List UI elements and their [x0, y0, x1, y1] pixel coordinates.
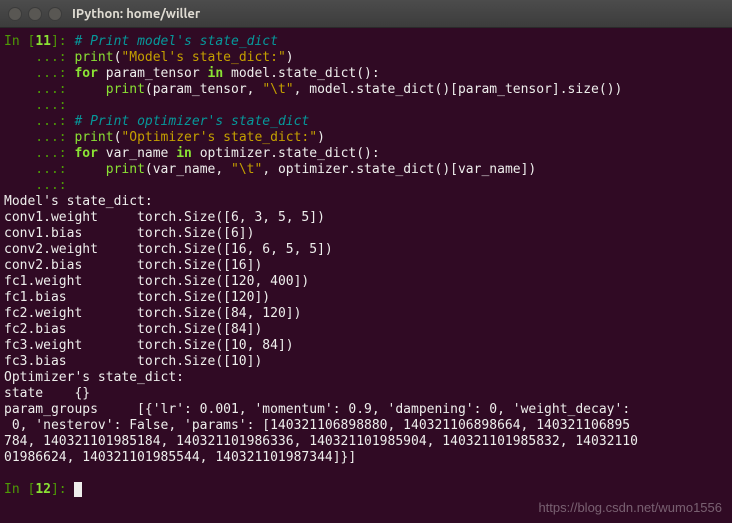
prompt-cont: ...: [4, 66, 74, 81]
maximize-icon[interactable] [48, 7, 62, 21]
code-keyword: for [74, 146, 97, 161]
prompt-cont: ...: [4, 162, 74, 177]
output-line: fc3.weight torch.Size([10, 84]) [4, 338, 294, 353]
code-text: (var_name, [145, 162, 231, 177]
output-line: fc1.weight torch.Size([120, 400]) [4, 274, 309, 289]
output-line: 784, 140321101985184, 140321101986336, 1… [4, 434, 638, 449]
output-line: Optimizer's state_dict: [4, 370, 184, 385]
code-string: "\t" [231, 162, 262, 177]
code-builtin: print [74, 82, 144, 97]
code-text: , model.state_dict()[param_tensor].size(… [294, 82, 623, 97]
output-line: conv2.weight torch.Size([16, 6, 5, 5]) [4, 242, 333, 257]
prompt-cont: ...: [4, 146, 74, 161]
code-string: "\t" [262, 82, 293, 97]
prompt-cont: ...: [4, 130, 74, 145]
prompt-cont: ...: [4, 98, 74, 113]
output-line: Model's state_dict: [4, 194, 153, 209]
code-text: ) [286, 50, 294, 65]
output-line: fc1.bias torch.Size([120]) [4, 290, 270, 305]
terminal-content[interactable]: In [11]: # Print model's state_dict ...:… [0, 28, 732, 502]
code-builtin: print [74, 50, 113, 65]
output-line: conv1.bias torch.Size([6]) [4, 226, 254, 241]
output-line: conv1.weight torch.Size([6, 3, 5, 5]) [4, 210, 325, 225]
prompt-num: 12 [35, 482, 51, 497]
prompt-close: ]: [51, 482, 74, 497]
prompt-cont: ...: [4, 114, 74, 129]
code-text: model.state_dict(): [223, 66, 380, 81]
minimize-icon[interactable] [28, 7, 42, 21]
close-icon[interactable] [8, 7, 22, 21]
output-line: conv2.bias torch.Size([16]) [4, 258, 262, 273]
code-text: ) [317, 130, 325, 145]
output-line: fc2.weight torch.Size([84, 120]) [4, 306, 301, 321]
code-comment: # Print optimizer's state_dict [74, 114, 309, 129]
code-keyword: for [74, 66, 97, 81]
code-text: optimizer.state_dict(): [192, 146, 380, 161]
code-string: "Model's state_dict:" [121, 50, 285, 65]
prompt-in: In [ [4, 34, 35, 49]
cursor-icon [74, 482, 82, 497]
window-title: IPython: home/willer [72, 7, 200, 21]
prompt-close: ]: [51, 34, 74, 49]
prompt-cont: ...: [4, 50, 74, 65]
output-line: fc3.bias torch.Size([10]) [4, 354, 262, 369]
output-line: 0, 'nesterov': False, 'params': [1403211… [4, 418, 630, 433]
output-line: fc2.bias torch.Size([84]) [4, 322, 262, 337]
window-titlebar: IPython: home/willer [0, 0, 732, 28]
output-line: param_groups [{'lr': 0.001, 'momentum': … [4, 402, 630, 417]
code-string: "Optimizer's state_dict:" [121, 130, 317, 145]
code-builtin: print [74, 162, 144, 177]
prompt-cont: ...: [4, 82, 74, 97]
code-builtin: print [74, 130, 113, 145]
output-line: 01986624, 140321101985544, 1403211019873… [4, 450, 356, 465]
code-keyword: in [176, 146, 192, 161]
code-text: (param_tensor, [145, 82, 262, 97]
code-keyword: in [208, 66, 224, 81]
output-line: state {} [4, 386, 90, 401]
code-text: param_tensor [98, 66, 208, 81]
code-comment: # Print model's state_dict [74, 34, 278, 49]
code-text: var_name [98, 146, 176, 161]
code-text: , optimizer.state_dict()[var_name]) [262, 162, 536, 177]
prompt-in: In [ [4, 482, 35, 497]
prompt-cont: ...: [4, 178, 74, 193]
prompt-num: 11 [35, 34, 51, 49]
window-controls [8, 7, 62, 21]
watermark-text: https://blog.csdn.net/wumo1556 [538, 500, 722, 515]
